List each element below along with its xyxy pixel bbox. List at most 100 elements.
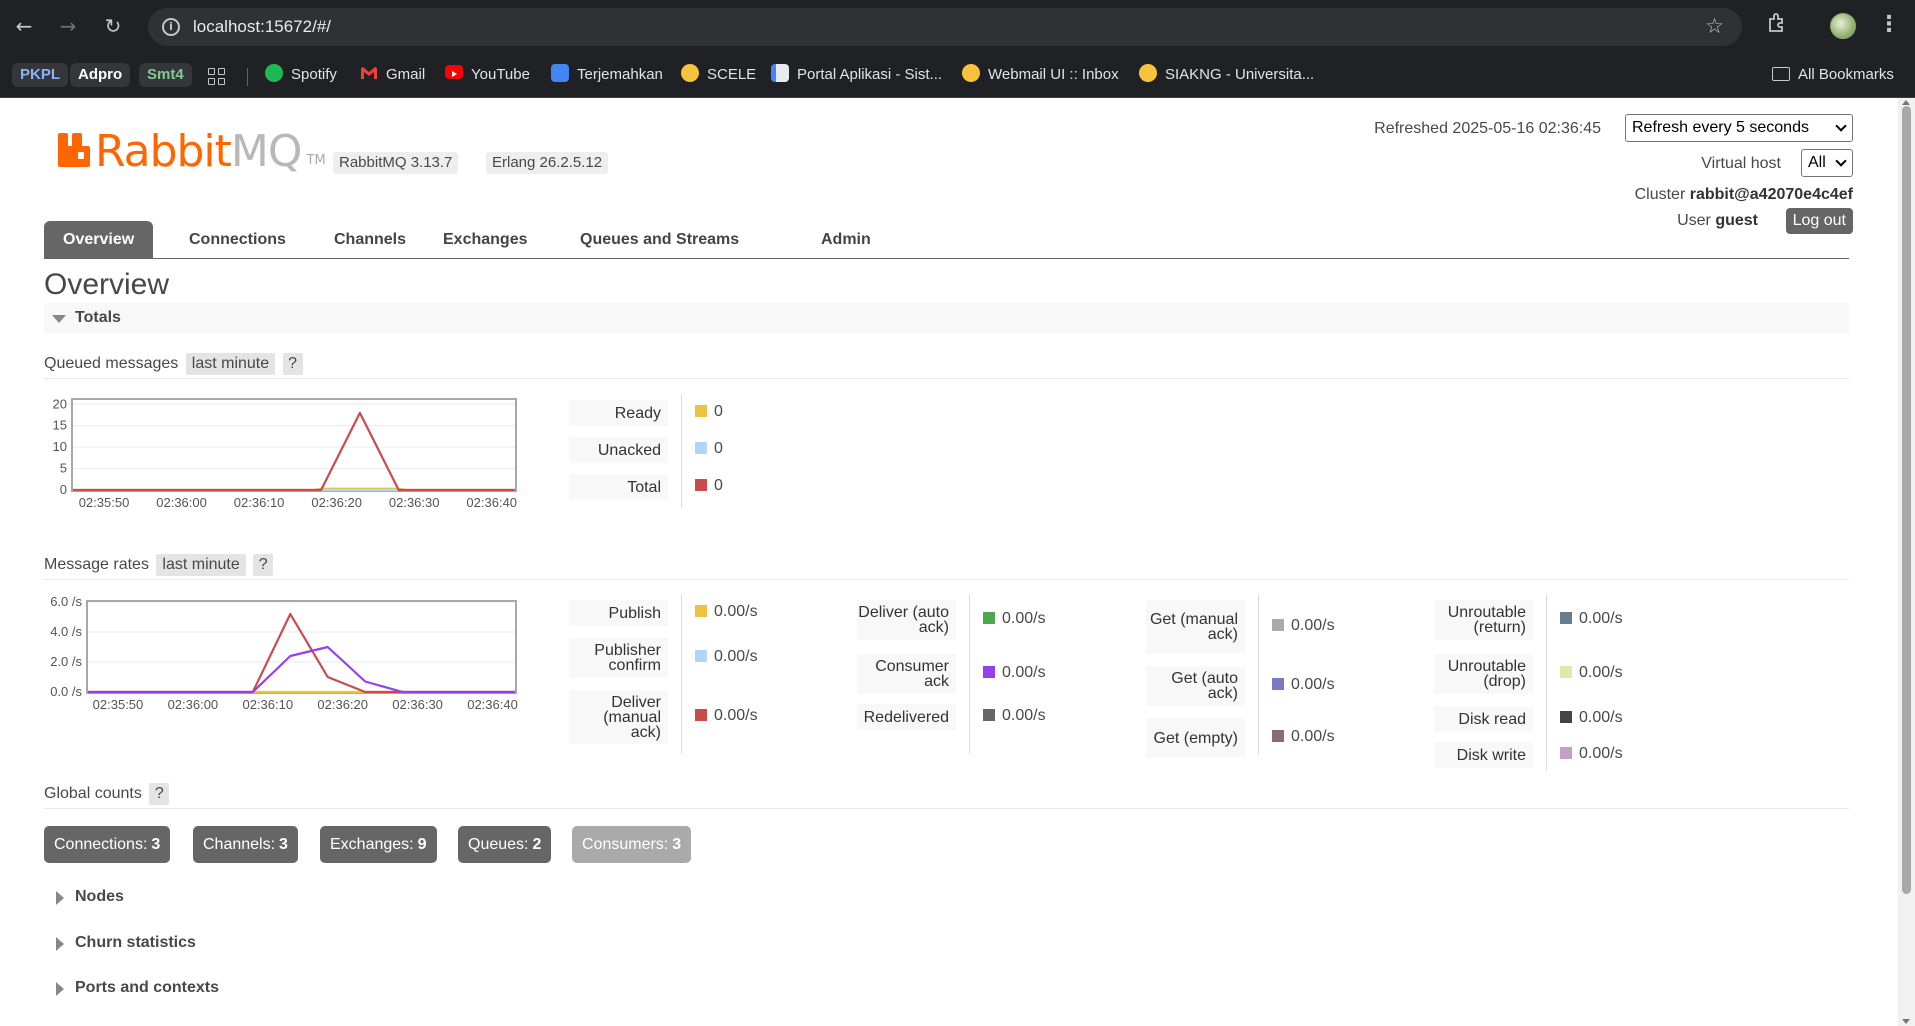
- color-swatch: [983, 666, 995, 678]
- rate-unroutable-return--value-row: 0.00/s: [1560, 610, 1623, 628]
- rate-deliver-auto-ack--value-row: 0.00/s: [983, 610, 1046, 628]
- main-tabs: Overview Connections Channels Exchanges …: [44, 221, 1849, 259]
- chevron-down-icon: [1835, 155, 1847, 167]
- divider: [44, 808, 1849, 809]
- y-tick-label: 4.0 /s: [50, 624, 82, 639]
- nodes-section-header[interactable]: Nodes: [44, 882, 1849, 913]
- channels-count-button[interactable]: Channels: 3: [193, 826, 298, 863]
- count-value: 3: [672, 836, 682, 853]
- refreshed-timestamp: Refreshed 2025-05-16 02:36:45: [1374, 120, 1601, 137]
- count-label: Connections:: [54, 836, 148, 853]
- rate-publisher-confirm-value: 0.00/s: [714, 648, 758, 665]
- browser-menu-icon[interactable]: ⋮: [1878, 12, 1900, 40]
- scroll-down-icon[interactable]: [1902, 1019, 1910, 1024]
- rate-publish-value: 0.00/s: [714, 603, 758, 620]
- page-scrollbar[interactable]: [1898, 98, 1915, 1026]
- rates-range-toggle[interactable]: last minute: [156, 554, 246, 576]
- scroll-up-icon[interactable]: [1902, 100, 1910, 105]
- totals-title: Totals: [75, 309, 121, 326]
- queued-range-toggle[interactable]: last minute: [185, 353, 276, 375]
- reload-icon[interactable]: ↻: [99, 12, 127, 40]
- x-tick-label: 02:36:00: [156, 495, 207, 510]
- queues-count-button[interactable]: Queues: 2: [458, 826, 552, 863]
- rate-get-auto-ack--value: 0.00/s: [1291, 676, 1335, 693]
- rate-get-auto-ack--label: Get (auto ack): [1146, 666, 1245, 706]
- color-swatch: [695, 479, 707, 491]
- forward-icon[interactable]: →: [54, 12, 82, 40]
- rate-publish-value-row: 0.00/s: [695, 603, 758, 621]
- exchanges-count-button[interactable]: Exchanges: 9: [320, 826, 437, 863]
- all-bookmarks-label: All Bookmarks: [1798, 66, 1894, 83]
- connections-count-button[interactable]: Connections: 3: [44, 826, 171, 863]
- tab-exchanges[interactable]: Exchanges: [424, 221, 546, 259]
- bookmark-portal[interactable]: Portal Aplikasi - Sist...: [771, 63, 942, 87]
- address-bar[interactable]: i localhost:15672/#/ ☆: [148, 8, 1742, 46]
- cluster-name: rabbit@a42070e4c4ef: [1689, 186, 1853, 203]
- apps-grid-icon[interactable]: [208, 68, 226, 86]
- x-tick-label: 02:36:30: [389, 495, 440, 510]
- global-counts-help-icon[interactable]: ?: [149, 783, 170, 805]
- all-bookmarks[interactable]: All Bookmarks: [1772, 63, 1894, 87]
- queued-messages-label: Queued messages: [44, 355, 179, 372]
- message-rates-label: Message rates: [44, 556, 149, 573]
- count-value: 9: [417, 836, 427, 853]
- x-tick-label: 02:36:00: [168, 697, 219, 712]
- queued-ready-value: 0: [714, 403, 723, 420]
- bookmark-terjemahkan[interactable]: Terjemahkan: [551, 63, 663, 87]
- extensions-icon[interactable]: [1763, 12, 1791, 40]
- bookmark-star-icon[interactable]: ☆: [1705, 14, 1724, 38]
- color-swatch: [695, 405, 707, 417]
- legend-divider: [1546, 594, 1547, 770]
- refresh-interval-select[interactable]: Refresh every 5 seconds: [1625, 114, 1853, 142]
- rates-help-icon[interactable]: ?: [253, 554, 274, 576]
- color-swatch: [1272, 678, 1284, 690]
- churn-statistics-section-header[interactable]: Churn statistics: [44, 928, 1849, 959]
- erlang-version-badge: Erlang 26.2.5.12: [486, 152, 609, 174]
- totals-section-header[interactable]: Totals: [44, 303, 1849, 334]
- queued-help-icon[interactable]: ?: [282, 353, 303, 375]
- x-tick-label: 02:36:30: [392, 697, 443, 712]
- cluster-info: Cluster rabbit@a42070e4c4ef: [1635, 186, 1853, 204]
- bookmark-webmail[interactable]: Webmail UI :: Inbox: [962, 63, 1119, 87]
- portal-icon: [771, 64, 789, 82]
- y-tick-label: 6.0 /s: [50, 594, 82, 609]
- tab-admin[interactable]: Admin: [802, 221, 890, 259]
- logo-wordmark: RabbitMQ TM: [95, 126, 326, 177]
- url-text[interactable]: localhost:15672/#/: [193, 17, 331, 37]
- bookmark-adpro[interactable]: Adpro: [70, 63, 131, 87]
- bookmark-spotify[interactable]: Spotify: [265, 63, 337, 87]
- color-swatch: [983, 612, 995, 624]
- tab-connections[interactable]: Connections: [170, 221, 305, 259]
- tab-channels[interactable]: Channels: [315, 221, 425, 259]
- scrollbar-thumb[interactable]: [1902, 106, 1911, 894]
- legend-divider: [681, 394, 682, 508]
- y-tick-label: 10: [53, 439, 67, 454]
- bookmark-pkpl[interactable]: PKPL: [12, 63, 69, 87]
- bookmark-siakng[interactable]: SIAKNG - Universita...: [1139, 63, 1314, 87]
- bookmark-smt4[interactable]: Smt4: [139, 63, 192, 87]
- bookmark-gmail[interactable]: Gmail: [360, 63, 425, 87]
- site-info-icon[interactable]: i: [162, 18, 180, 36]
- bookmark-youtube[interactable]: YouTube: [445, 63, 530, 87]
- tab-queues-and-streams[interactable]: Queues and Streams: [561, 221, 758, 259]
- queued-unacked-value-row: 0: [695, 440, 723, 458]
- message-rates-heading: Message rates last minute ?: [44, 554, 274, 576]
- ports-and-contexts-section-header[interactable]: Ports and contexts: [44, 973, 1849, 1004]
- rate-disk-read-value-row: 0.00/s: [1560, 709, 1623, 727]
- back-icon[interactable]: ←: [10, 12, 38, 40]
- rate-deliver-manual-ack--value: 0.00/s: [714, 707, 758, 724]
- spotify-icon: [265, 64, 283, 82]
- bookmark-label: Spotify: [291, 66, 337, 83]
- bookmark-scele[interactable]: SCELE: [681, 63, 756, 87]
- tab-overview[interactable]: Overview: [44, 221, 154, 259]
- rate-deliver-manual-ack--label: Deliver (manual ack): [569, 690, 668, 744]
- consumers-count-button[interactable]: Consumers: 3: [572, 826, 692, 863]
- virtual-host-select[interactable]: All: [1801, 149, 1853, 177]
- divider: [44, 579, 1849, 580]
- rate-deliver-auto-ack--value: 0.00/s: [1002, 610, 1046, 627]
- x-tick-label: 02:36:10: [242, 697, 293, 712]
- gmail-icon: [360, 64, 378, 82]
- count-label: Channels:: [203, 836, 276, 853]
- logo-mq-text: MQ: [230, 126, 303, 177]
- profile-avatar[interactable]: [1830, 13, 1856, 39]
